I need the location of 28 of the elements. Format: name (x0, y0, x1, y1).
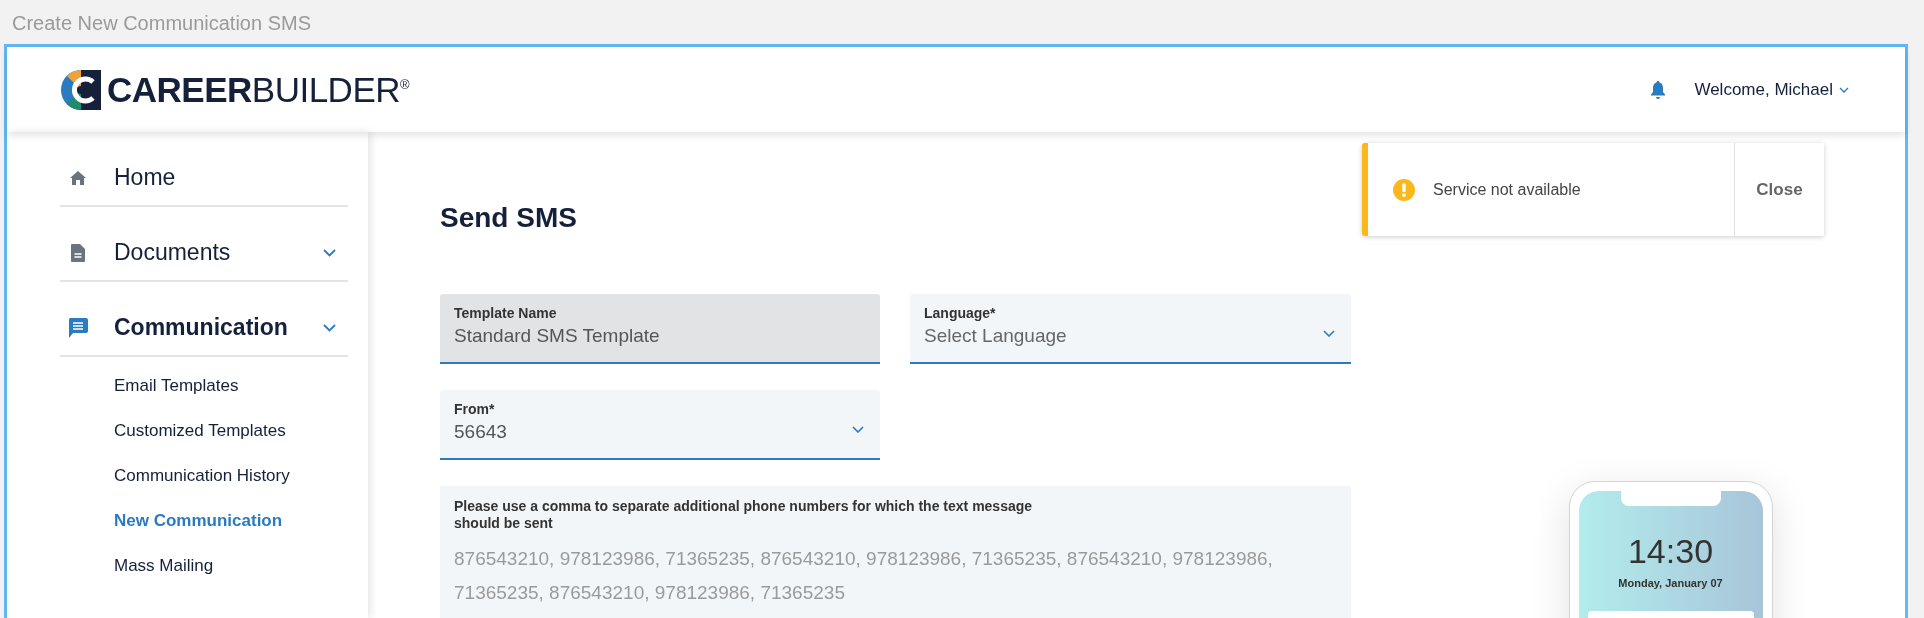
phone-date: Monday, January 07 (1618, 577, 1723, 589)
phone-numbers-field[interactable]: Please use a comma to separate additional phone numbers for which the text message should be sent 876543210, 978123986, 71365235, 876543210, 978123986, 71365235, 876543210, 978123986, 71365235, 876543210, 978123986, 71365235 (440, 486, 1351, 618)
chat-icon (68, 317, 88, 338)
page-heading: Send SMS (440, 202, 578, 234)
close-button[interactable]: Close (1734, 143, 1824, 236)
nav-item[interactable]: Home (60, 150, 348, 205)
logo-wordmark: CAREERBUILDER$^{®}$ (107, 69, 410, 110)
submenu-link[interactable]: Email Templates (114, 375, 348, 397)
page-title: Create New Communication SMS (11, 11, 312, 36)
submenu-link[interactable]: Mass Mailing (114, 555, 348, 577)
chevron-icon (1323, 330, 1335, 337)
logo-icon (61, 69, 101, 110)
home-icon (68, 170, 88, 185)
dropdown-field[interactable]: Language* Select Language (910, 294, 1351, 364)
chevron-icon (852, 426, 864, 433)
alert-message: Service not available (1433, 180, 1581, 199)
submenu-link[interactable]: New Communication (114, 510, 348, 532)
nav-item[interactable]: Documents (60, 225, 348, 280)
user-menu[interactable]: Welcome, Michael (1694, 79, 1849, 100)
bell-icon[interactable] (1650, 80, 1667, 99)
chevron-icon (1839, 86, 1849, 93)
warning-icon (1393, 178, 1415, 201)
phone-time: 14:30 (1627, 532, 1714, 571)
submenu-link[interactable]: Customized Templates (114, 420, 348, 442)
dropdown-field[interactable]: From* 56643 (440, 390, 880, 460)
submenu-link[interactable]: Communication History (114, 465, 348, 487)
nav-item[interactable]: Communication (60, 300, 348, 355)
document-icon (68, 243, 88, 262)
